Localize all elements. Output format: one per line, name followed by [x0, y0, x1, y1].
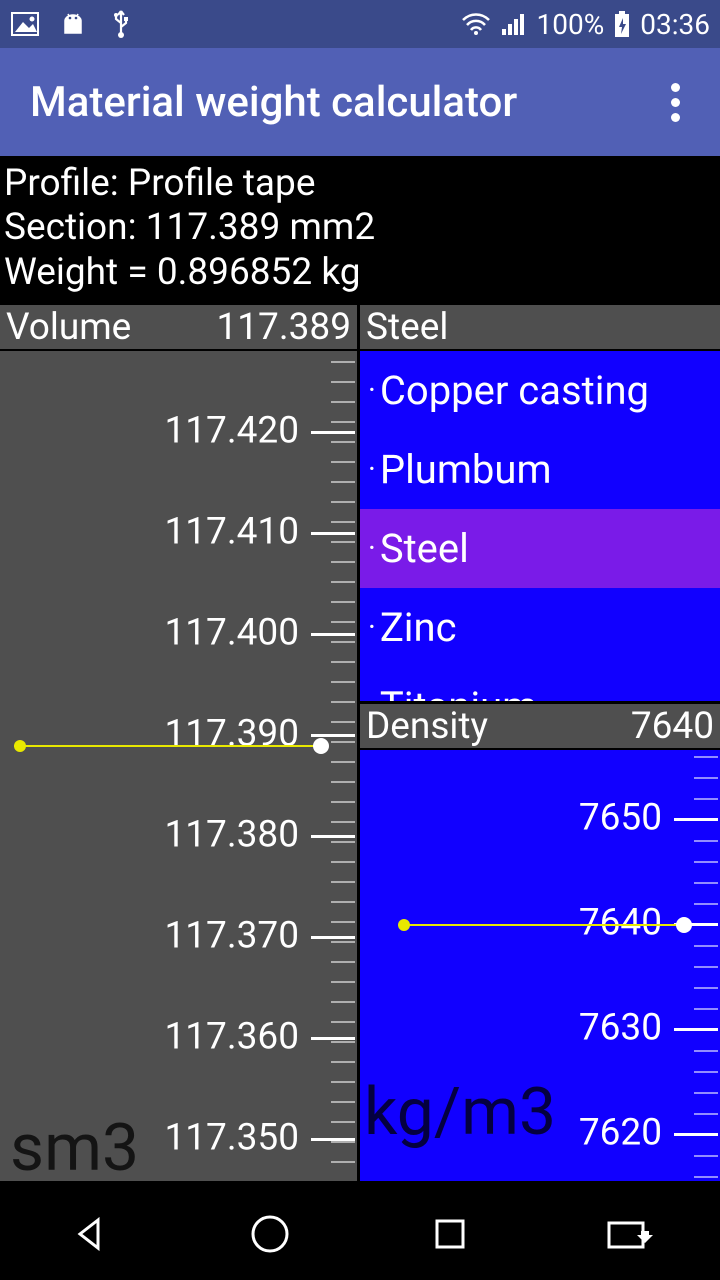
- profile-line: Profile: Profile tape: [4, 162, 716, 206]
- weight-value: 0.896852 kg: [157, 251, 361, 294]
- volume-panel: Volume 117.389 117.420117.410117.400117.…: [0, 305, 360, 1181]
- material-item[interactable]: · Titanium: [360, 667, 720, 701]
- density-indicator-dot-left: [398, 919, 410, 931]
- material-item-label: Copper casting: [380, 367, 649, 414]
- usb-icon: [106, 12, 136, 36]
- volume-tick-label: 117.380: [164, 814, 299, 857]
- profile-label: Profile:: [4, 162, 119, 205]
- bullet-icon: ·: [368, 373, 376, 408]
- app-title: Material weight calculator: [30, 78, 671, 127]
- volume-current-value: 117.389: [216, 306, 351, 349]
- density-tick-label: 7640: [579, 902, 662, 945]
- section-value: 117.389 mm2: [146, 206, 375, 249]
- section-line: Section: 117.389 mm2: [4, 206, 716, 250]
- section-label: Section:: [4, 206, 137, 249]
- weight-line: Weight = 0.896852 kg: [4, 251, 716, 295]
- volume-label: Volume: [6, 306, 216, 349]
- material-header: Steel: [360, 305, 720, 351]
- battery-percent: 100%: [537, 8, 605, 41]
- weight-label: Weight =: [4, 251, 148, 294]
- density-unit: kg/m3: [364, 1074, 556, 1151]
- density-tick-label: 7630: [579, 1007, 662, 1050]
- wifi-icon: [461, 12, 491, 36]
- material-item-label: Steel: [380, 525, 469, 572]
- navigation-bar: [0, 1188, 720, 1280]
- density-label: Density: [366, 705, 631, 748]
- recent-apps-button[interactable]: [420, 1204, 480, 1264]
- volume-tick-label: 117.410: [164, 511, 299, 554]
- overflow-menu-icon[interactable]: [671, 83, 690, 122]
- density-panel: Density 7640 7650 7640 7630 7620 kg/m3: [360, 701, 720, 1181]
- material-item[interactable]: ·Steel: [360, 509, 720, 588]
- material-item[interactable]: ·Zinc: [360, 588, 720, 667]
- volume-indicator-dot-right: [313, 738, 329, 754]
- material-item-label: Zinc: [380, 604, 457, 651]
- density-current-value: 7640: [631, 705, 714, 748]
- bullet-icon: ·: [368, 531, 376, 566]
- density-header: Density 7640: [360, 704, 720, 750]
- picture-icon: [10, 12, 40, 36]
- density-tick-label: 7620: [579, 1112, 662, 1155]
- density-scale[interactable]: 7650 7640 7630 7620 kg/m3: [360, 750, 720, 1181]
- density-tick-label: 7650: [579, 797, 662, 840]
- density-indicator-dot-right: [676, 917, 692, 933]
- material-item[interactable]: ·Plumbum: [360, 430, 720, 509]
- app-bar: Material weight calculator: [0, 48, 720, 156]
- main-grid: Volume 117.389 117.420117.410117.400117.…: [0, 305, 720, 1181]
- volume-tick-label: 117.420: [164, 410, 299, 453]
- bullet-icon: ·: [368, 610, 376, 645]
- android-icon: [58, 12, 88, 36]
- battery-icon: [612, 12, 632, 36]
- summary-panel: Profile: Profile tape Section: 117.389 m…: [0, 156, 720, 305]
- clock-time: 03:36: [640, 8, 710, 41]
- volume-tick-label: 117.360: [164, 1016, 299, 1059]
- home-button[interactable]: [240, 1204, 300, 1264]
- volume-indicator-dot-left: [14, 740, 26, 752]
- volume-indicator-line: [14, 745, 327, 747]
- volume-tick-label: 117.350: [164, 1117, 299, 1160]
- material-list: Steel ·Copper casting·Plumbum·Steel·Zinc…: [360, 305, 720, 701]
- sim-switch-button[interactable]: [600, 1204, 660, 1264]
- status-bar: 100% 03:36: [0, 0, 720, 48]
- density-indicator-line: [400, 924, 684, 926]
- bullet-icon: ·: [368, 689, 376, 701]
- signal-icon: [499, 12, 529, 36]
- material-item-label: Titanium: [380, 683, 537, 701]
- material-item-label: Plumbum: [380, 446, 552, 493]
- volume-tick-label: 117.390: [164, 713, 299, 756]
- volume-header: Volume 117.389: [0, 305, 357, 351]
- material-selected-label: Steel: [366, 306, 448, 349]
- material-item[interactable]: ·Copper casting: [360, 351, 720, 430]
- profile-value: Profile tape: [128, 162, 316, 205]
- back-button[interactable]: [60, 1204, 120, 1264]
- volume-tick-label: 117.370: [164, 915, 299, 958]
- right-column: Steel ·Copper casting·Plumbum·Steel·Zinc…: [360, 305, 720, 1181]
- volume-unit: sm3: [10, 1110, 139, 1181]
- volume-scale[interactable]: 117.420 117.410 117.400 117.390 117.380 117.3…: [0, 351, 357, 1181]
- volume-tick-label: 117.400: [164, 612, 299, 655]
- bullet-icon: ·: [368, 452, 376, 487]
